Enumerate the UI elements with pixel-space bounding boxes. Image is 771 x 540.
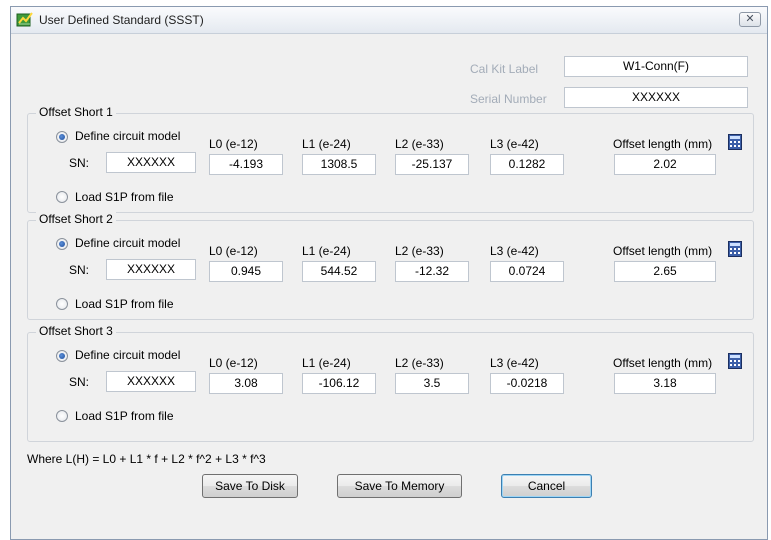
offset-length-label: Offset length (mm) [613,137,713,151]
calculator-icon[interactable] [728,134,742,150]
load-s1p-radio[interactable] [56,410,68,422]
l3-label: L3 (e-42) [490,356,539,370]
l1-input[interactable]: 544.52 [302,261,376,282]
save-to-memory-button[interactable]: Save To Memory [337,474,462,498]
close-button[interactable]: ✕ [739,12,761,27]
offset-length-input[interactable]: 3.18 [614,373,716,394]
offset-length-label: Offset length (mm) [613,356,713,370]
l0-label: L0 (e-12) [209,137,258,151]
calculator-icon[interactable] [728,241,742,257]
l3-label: L3 (e-42) [490,137,539,151]
save-to-disk-button[interactable]: Save To Disk [202,474,298,498]
define-circuit-label: Define circuit model [75,129,181,143]
cancel-button[interactable]: Cancel [501,474,592,498]
load-s1p-radio[interactable] [56,298,68,310]
app-icon [16,12,33,27]
offset-short-group-1: Offset Short 1 Define circuit model SN: XXX… [27,105,754,213]
l3-input[interactable]: 0.1282 [490,154,564,175]
l0-input[interactable]: -4.193 [209,154,283,175]
sn-label: SN: [69,263,90,277]
l0-label: L0 (e-12) [209,356,258,370]
offset-length-input[interactable]: 2.02 [614,154,716,175]
l1-input[interactable]: 1308.5 [302,154,376,175]
cal-kit-input[interactable]: W1-Conn(F) [564,56,748,77]
define-circuit-label: Define circuit model [75,236,181,250]
sn-label: SN: [69,156,90,170]
sn-input[interactable]: XXXXXX [106,152,196,173]
l2-label: L2 (e-33) [395,137,444,151]
serial-number-input[interactable]: XXXXXX [564,87,748,108]
define-circuit-radio[interactable] [56,350,68,362]
l3-input[interactable]: 0.0724 [490,261,564,282]
window-title: User Defined Standard (SSST) [39,13,204,27]
define-circuit-radio[interactable] [56,131,68,143]
l0-input[interactable]: 3.08 [209,373,283,394]
offset-length-input[interactable]: 2.65 [614,261,716,282]
define-circuit-label: Define circuit model [75,348,181,362]
serial-number-label: Serial Number [470,92,547,106]
l2-input[interactable]: 3.5 [395,373,469,394]
load-s1p-label: Load S1P from file [75,409,174,423]
cal-kit-label: Cal Kit Label [470,62,539,76]
l3-label: L3 (e-42) [490,244,539,258]
load-s1p-label: Load S1P from file [75,297,174,311]
l2-label: L2 (e-33) [395,244,444,258]
group-title: Offset Short 3 [36,324,116,338]
sn-input[interactable]: XXXXXX [106,259,196,280]
l2-label: L2 (e-33) [395,356,444,370]
dialog-window: User Defined Standard (SSST) ✕ Cal Kit L… [10,6,768,540]
offset-length-label: Offset length (mm) [613,244,713,258]
load-s1p-label: Load S1P from file [75,190,174,204]
load-s1p-radio[interactable] [56,191,68,203]
l2-input[interactable]: -12.32 [395,261,469,282]
title-bar[interactable]: User Defined Standard (SSST) ✕ [11,7,767,34]
offset-short-group-3: Offset Short 3 Define circuit model SN: XXX… [27,324,754,442]
l1-input[interactable]: -106.12 [302,373,376,394]
formula-text: Where L(H) = L0 + L1 * f + L2 * f^2 + L3… [27,452,266,466]
offset-short-group-2: Offset Short 2 Define circuit model SN: XXX… [27,212,754,320]
l0-label: L0 (e-12) [209,244,258,258]
l1-label: L1 (e-24) [302,137,351,151]
group-title: Offset Short 2 [36,212,116,226]
l1-label: L1 (e-24) [302,356,351,370]
sn-input[interactable]: XXXXXX [106,371,196,392]
sn-label: SN: [69,375,90,389]
l0-input[interactable]: 0.945 [209,261,283,282]
define-circuit-radio[interactable] [56,238,68,250]
l2-input[interactable]: -25.137 [395,154,469,175]
l1-label: L1 (e-24) [302,244,351,258]
group-title: Offset Short 1 [36,105,116,119]
l3-input[interactable]: -0.0218 [490,373,564,394]
close-icon: ✕ [745,13,755,25]
calculator-icon[interactable] [728,353,742,369]
